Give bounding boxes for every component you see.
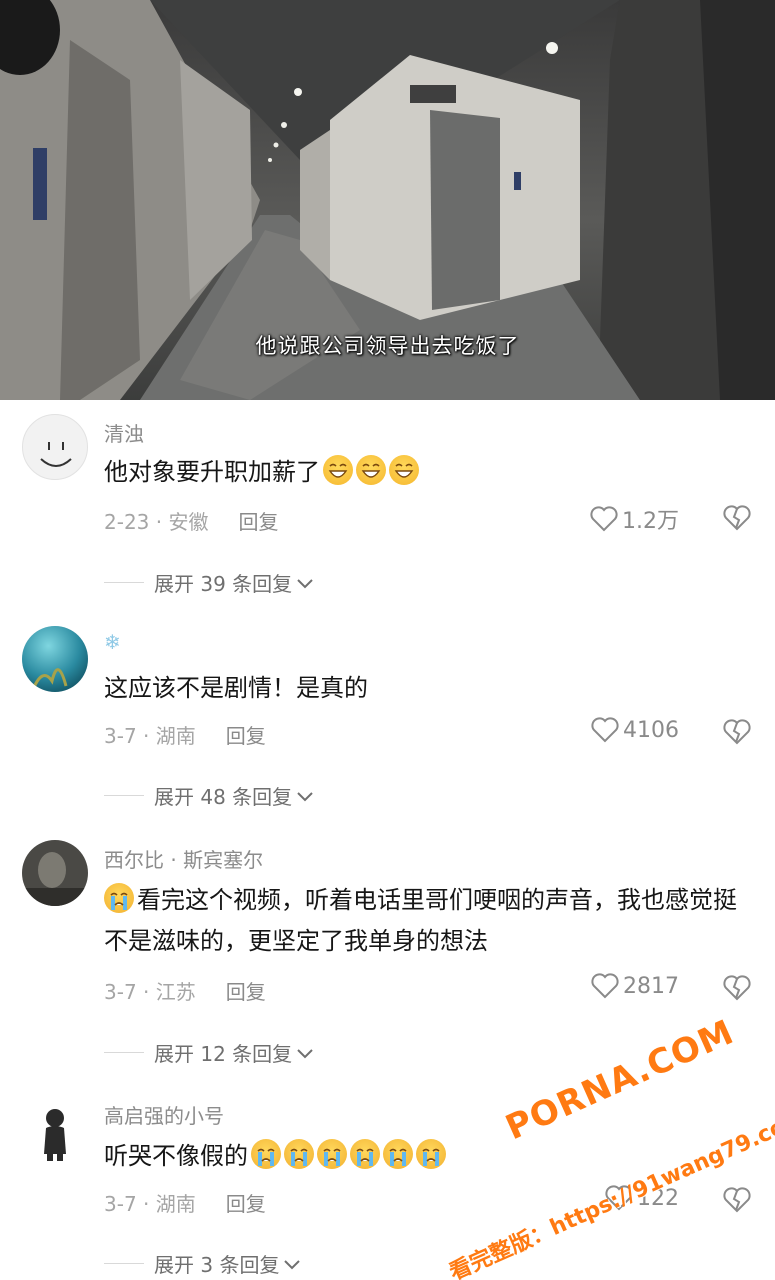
dark-portrait-avatar[interactable]	[22, 840, 88, 906]
comment-text: 这应该不是剧情！是真的	[104, 668, 754, 709]
comment-body: 看完这个视频，听着电话里哥们哽咽的声音，我也感觉挺不是滋味的，更坚定了我单身的想…	[104, 886, 737, 955]
crying-emoji	[350, 1139, 380, 1169]
video-player[interactable]: 他说跟公司领导出去吃饭了	[0, 0, 775, 400]
smiley-face-avatar[interactable]	[22, 414, 88, 480]
crying-emoji	[251, 1139, 281, 1169]
like-button[interactable]: 4106	[591, 717, 679, 743]
chevron-down-icon	[296, 571, 314, 595]
divider-line	[104, 582, 144, 583]
figure-avatar[interactable]	[22, 1098, 88, 1164]
comment-body: 他对象要升职加薪了	[104, 458, 320, 486]
heart-icon	[590, 506, 618, 532]
reply-button[interactable]: 回复	[226, 724, 266, 748]
expand-replies-label: 展开 48 条回复	[154, 785, 293, 809]
chevron-down-icon	[296, 1041, 314, 1065]
expand-replies-button[interactable]: 展开 39 条回复	[104, 568, 314, 597]
video-subtitle: 他说跟公司领导出去吃饭了	[255, 334, 520, 358]
broken-heart-icon	[723, 719, 751, 745]
crying-emoji	[104, 883, 134, 913]
comment-date-location: 3-7 · 湖南	[104, 1192, 196, 1216]
comment-username[interactable]: 高启强的小号	[104, 1100, 224, 1129]
like-button[interactable]: 1.2万	[590, 503, 679, 535]
divider-line	[104, 1263, 144, 1264]
like-count: 4106	[623, 717, 679, 743]
dislike-button[interactable]	[723, 505, 751, 531]
comment-username[interactable]: 清浊	[104, 418, 144, 447]
crying-emoji	[416, 1139, 446, 1169]
dislike-button[interactable]	[723, 719, 751, 745]
comment-meta: 2-23 · 安徽 回复	[104, 506, 278, 535]
comment-username[interactable]: ❄	[104, 630, 121, 654]
expand-replies-label: 展开 39 条回复	[154, 572, 293, 596]
chevron-down-icon	[283, 1252, 301, 1276]
comment-text: 看完这个视频，听着电话里哥们哽咽的声音，我也感觉挺不是滋味的，更坚定了我单身的想…	[104, 880, 754, 962]
like-count: 2817	[623, 973, 679, 999]
reply-button[interactable]: 回复	[226, 1192, 266, 1216]
heart-icon	[591, 973, 619, 999]
comment-item: ❄ 这应该不是剧情！是真的 3-7 · 湖南 回复 4106 展开 48 条回复	[0, 612, 775, 826]
comment-body: 这应该不是剧情！是真的	[104, 674, 368, 702]
comment-list: 清浊 他对象要升职加薪了 2-23 · 安徽回复 1.2万 展开 39 条回复	[0, 400, 775, 1280]
dislike-button[interactable]	[723, 1187, 751, 1213]
divider-line	[104, 795, 144, 796]
crying-emoji	[284, 1139, 314, 1169]
grin-emoji	[356, 455, 386, 485]
grin-emoji	[389, 455, 419, 485]
reply-button[interactable]: 回复	[238, 510, 278, 534]
comment-meta: 3-7 · 湖南 回复	[104, 1188, 266, 1217]
heart-icon	[591, 717, 619, 743]
expand-replies-button[interactable]: 展开 12 条回复	[104, 1038, 314, 1067]
broken-heart-icon	[723, 975, 751, 1001]
expand-replies-label: 展开 12 条回复	[154, 1042, 293, 1066]
comment-date-location: 3-7 · 湖南	[104, 724, 196, 748]
grin-emoji	[323, 455, 353, 485]
expand-replies-button[interactable]: 展开 3 条回复	[104, 1249, 301, 1278]
comment-item: 清浊 他对象要升职加薪了 2-23 · 安徽 回复 1.2万 展开 39 条回复	[0, 400, 775, 612]
comment-meta: 3-7 · 江苏 回复	[104, 976, 266, 1005]
comment-date-location: 3-7 · 江苏	[104, 980, 196, 1004]
crying-emoji	[317, 1139, 347, 1169]
divider-line	[104, 1052, 144, 1053]
broken-heart-icon	[723, 505, 751, 531]
comment-username[interactable]: 西尔比 · 斯宾塞尔	[104, 844, 263, 873]
comment-text: 他对象要升职加薪了	[104, 452, 754, 493]
comment-meta: 3-7 · 湖南 回复	[104, 720, 266, 749]
underwater-avatar[interactable]	[22, 626, 88, 692]
expand-replies-label: 展开 3 条回复	[154, 1253, 280, 1277]
comment-date-location: 2-23 · 安徽	[104, 510, 209, 534]
chevron-down-icon	[296, 784, 314, 808]
crying-emoji	[383, 1139, 413, 1169]
like-button[interactable]: 2817	[591, 973, 679, 999]
comment-body: 听哭不像假的	[104, 1142, 248, 1170]
dislike-button[interactable]	[723, 975, 751, 1001]
broken-heart-icon	[723, 1187, 751, 1213]
expand-replies-button[interactable]: 展开 48 条回复	[104, 781, 314, 810]
like-count: 1.2万	[622, 509, 679, 534]
reply-button[interactable]: 回复	[226, 980, 266, 1004]
